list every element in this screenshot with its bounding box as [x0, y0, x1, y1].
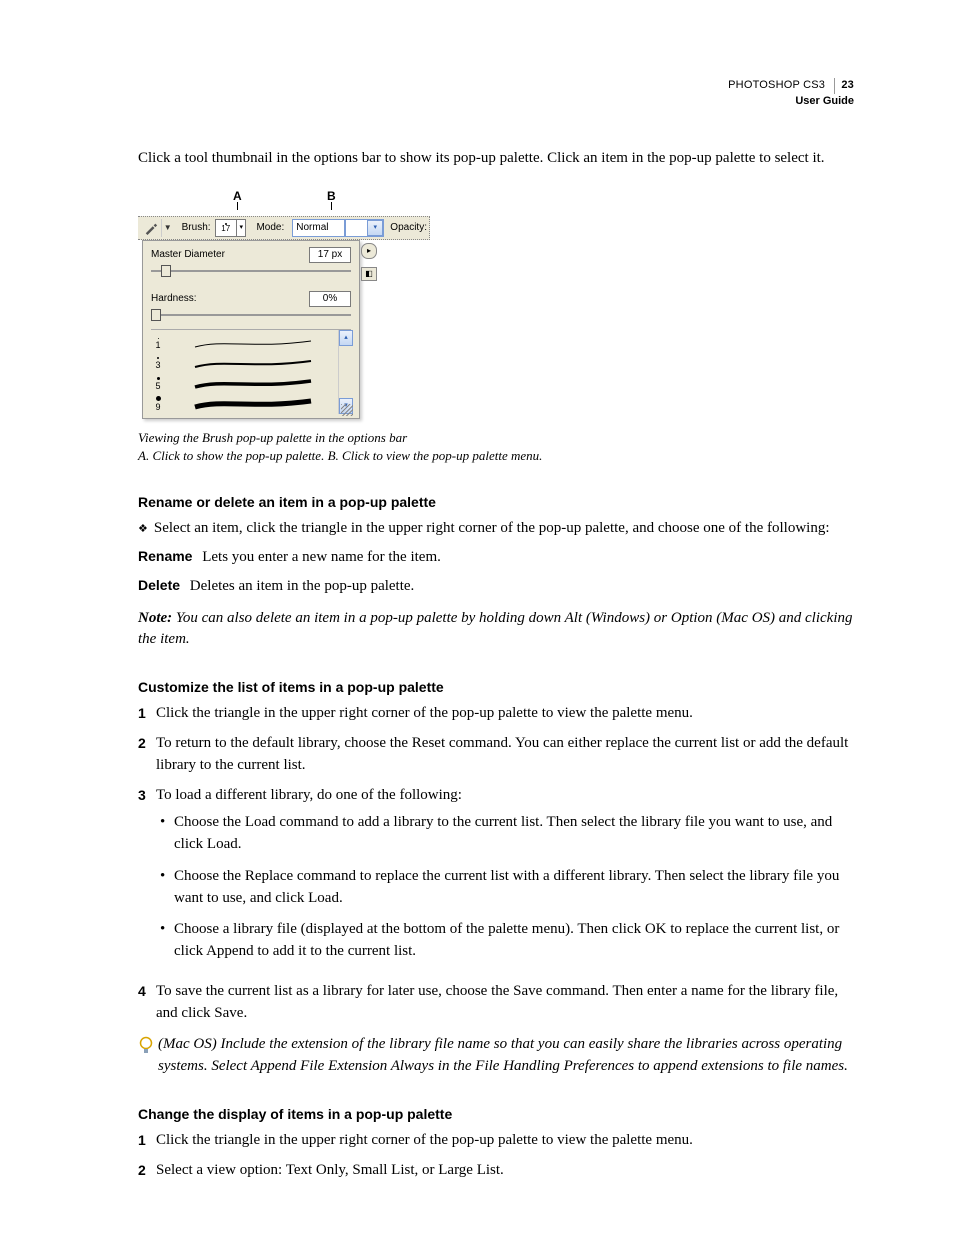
brush-popup: ▸ ◧ Master Diameter 17 px [142, 240, 360, 419]
step-3c: Choose a library file (displayed at the … [174, 919, 854, 963]
palette-aux-icon[interactable]: ◧ [361, 267, 377, 281]
brush-preview[interactable]: 17 [215, 219, 237, 237]
master-diameter-value[interactable]: 17 px [309, 247, 351, 263]
step-3b: Choose the Replace command to replace th… [174, 866, 854, 910]
figure-caption: Viewing the Brush pop-up palette in the … [138, 429, 854, 447]
lightbulb-icon [138, 1034, 158, 1078]
secondary-select[interactable]: ▾ [345, 219, 384, 237]
step-4: To save the current list as a library fo… [156, 981, 854, 1025]
intro-text: Click a tool thumbnail in the options ba… [138, 148, 854, 170]
brush-size-value: 17 [221, 225, 230, 232]
note-label: Note: [138, 610, 172, 626]
mode-select[interactable]: Normal [292, 219, 345, 237]
mode-value: Normal [296, 221, 328, 236]
heading-change-display: Change the display of items in a pop-up … [138, 1104, 854, 1124]
brush-size-5: 5 [155, 381, 160, 391]
diamond-bullet-icon: ❖ [138, 518, 148, 540]
master-diameter-label: Master Diameter [151, 248, 225, 263]
rename-term: Rename [138, 548, 192, 564]
hardness-value[interactable]: 0% [309, 291, 351, 307]
guide-label: User Guide [728, 94, 854, 110]
palette-menu-icon[interactable]: ▸ [361, 243, 377, 259]
product-name: PHOTOSHOP CS3 [728, 79, 825, 91]
brush-dropdown-icon[interactable]: ▾ [237, 219, 247, 237]
opacity-label: Opacity: [390, 221, 427, 236]
brush-item[interactable]: 3 [151, 354, 351, 374]
brush-item[interactable]: 5 [151, 374, 351, 394]
scroll-up-icon[interactable]: ▴ [339, 330, 353, 346]
chevron-down-icon: ▾ [367, 220, 383, 236]
rename-def: Lets you enter a new name for the item. [202, 549, 441, 565]
step-num: 4 [138, 981, 156, 1025]
brush-list: ▴ ▾ 1 3 5 [151, 329, 351, 414]
step-3a: Choose the Load command to add a library… [174, 812, 854, 856]
brush-tool-icon[interactable] [142, 219, 162, 237]
step-num: 3 [138, 785, 156, 973]
section1-lead: Select an item, click the triangle in th… [154, 518, 830, 540]
bullet-icon: • [160, 812, 174, 856]
brush-item[interactable]: 1 [151, 334, 351, 354]
heading-customize: Customize the list of items in a pop-up … [138, 677, 854, 697]
brush-label: Brush: [182, 221, 211, 236]
step-num: 1 [138, 1130, 156, 1152]
delete-def: Deletes an item in the pop-up palette. [190, 578, 415, 594]
resize-handle-icon[interactable] [341, 404, 353, 416]
brush-size-1: 1 [155, 340, 160, 350]
page-number: 23 [834, 78, 854, 94]
step-num: 2 [138, 1160, 156, 1182]
hardness-slider[interactable] [151, 309, 351, 321]
options-toolbar: ▼ Brush: 17 ▾ Mode: Normal ▾ Opaci [138, 216, 430, 240]
mode-label: Mode: [256, 221, 284, 236]
bullet-icon: • [160, 866, 174, 910]
scrollbar[interactable]: ▴ ▾ [338, 330, 353, 414]
tip-text: (Mac OS) Include the extension of the li… [158, 1034, 854, 1078]
delete-term: Delete [138, 577, 180, 593]
hardness-label: Hardness: [151, 292, 197, 307]
step-2: To return to the default library, choose… [156, 733, 854, 777]
brush-size-9: 9 [155, 402, 160, 412]
tool-caret-icon[interactable]: ▼ [164, 222, 172, 234]
step-num: 1 [138, 703, 156, 725]
page: PHOTOSHOP CS3 23 User Guide Click a tool… [0, 0, 954, 1235]
step-1: Click the triangle in the upper right co… [156, 703, 854, 725]
s3-step-2: Select a view option: Text Only, Small L… [156, 1160, 854, 1182]
brush-item[interactable]: 9 [151, 394, 351, 414]
heading-rename-delete: Rename or delete an item in a pop-up pal… [138, 492, 854, 512]
page-header: PHOTOSHOP CS3 23 User Guide [728, 78, 854, 110]
step-num: 2 [138, 733, 156, 777]
step-3: To load a different library, do one of t… [156, 785, 854, 807]
master-diameter-slider[interactable] [151, 265, 351, 277]
s3-step-1: Click the triangle in the upper right co… [156, 1130, 854, 1152]
note-text: You can also delete an item in a pop-up … [138, 610, 853, 648]
brush-size-3: 3 [155, 360, 160, 370]
figure-caption-legend: A. Click to show the pop-up palette. B. … [138, 447, 854, 466]
bullet-icon: • [160, 919, 174, 963]
figure: A B ▼ Brush: 17 ▾ Mode: [138, 188, 854, 466]
